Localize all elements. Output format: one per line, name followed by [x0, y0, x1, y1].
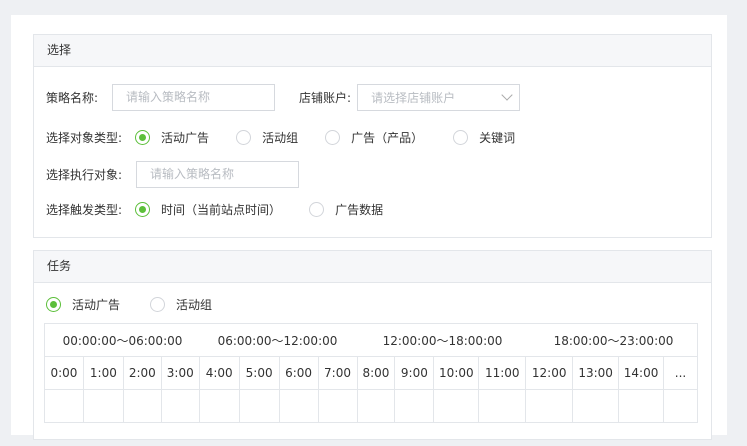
- hour-header-row: 0:00 1:00 2:00 3:00 4:00 5:00 6:00 7:00 8:00 9:00…: [45, 357, 697, 390]
- time-range-4: 18:00:00～23:00:00: [553, 333, 674, 348]
- radio-label: 关键词: [479, 130, 516, 145]
- radio-object-ad-product[interactable]: 广告（产品）: [325, 129, 423, 146]
- time-range-2: 06:00:00～12:00:00: [217, 333, 338, 348]
- exec-object-input[interactable]: [136, 160, 300, 188]
- hour-header-cell: 5:00: [240, 357, 280, 389]
- object-type-row: 选择对象类型: 活动广告 活动组 广告（产品） 关键词: [46, 124, 539, 150]
- trigger-type-row: 选择触发类型: 时间（当前站点时间） 广告数据: [46, 196, 407, 222]
- strategy-row: 策略名称: 店铺账户: 请选择店铺账户: [46, 83, 521, 111]
- radio-task-campaign[interactable]: 活动广告: [46, 296, 120, 313]
- schedule-cell[interactable]: [280, 390, 319, 422]
- radio-label: 广告（产品）: [351, 130, 424, 145]
- hour-header-cell: 10:00: [434, 357, 480, 389]
- hour-header-cell: 12:00: [526, 357, 574, 389]
- schedule-cell[interactable]: [619, 390, 665, 422]
- hour-header-cell: 3:00: [162, 357, 200, 389]
- radio-label: 广告数据: [335, 202, 384, 217]
- hour-header-cell: 7:00: [319, 357, 358, 389]
- schedule-cell[interactable]: [479, 390, 527, 422]
- store-select-placeholder: 请选择店铺账户: [371, 90, 456, 105]
- hour-header-cell: ...: [674, 366, 687, 380]
- radio-unchecked-icon: [325, 129, 341, 145]
- time-schedule-grid: 00:00:00～06:00:00 06:00:00～12:00:00 12:0…: [44, 323, 698, 423]
- radio-unchecked-icon: [236, 129, 252, 145]
- radio-label: 活动组: [176, 297, 213, 312]
- hour-header-cell: 2:00: [124, 357, 162, 389]
- schedule-cell[interactable]: [319, 390, 358, 422]
- select-panel: 选择 策略名称: 店铺账户: 请选择店铺账户 选择对象类型: 活动广告 活动组 …: [33, 34, 712, 238]
- hour-header-cell: 6:00: [280, 357, 319, 389]
- time-range-1: 00:00:00～06:00:00: [62, 333, 183, 348]
- schedule-cell[interactable]: [45, 390, 84, 422]
- radio-task-campaign-group[interactable]: 活动组: [150, 296, 212, 313]
- time-range-3: 12:00:00～18:00:00: [382, 333, 503, 348]
- radio-unchecked-icon: [309, 201, 325, 217]
- task-option-row: 活动广告 活动组: [46, 291, 236, 317]
- hour-header-cell: 8:00: [358, 357, 396, 389]
- hour-header-cell: 0:00: [45, 357, 84, 389]
- schedule-cell[interactable]: [84, 390, 124, 422]
- schedule-cell[interactable]: [124, 390, 162, 422]
- schedule-cell[interactable]: [664, 390, 697, 422]
- main-card: 选择 策略名称: 店铺账户: 请选择店铺账户 选择对象类型: 活动广告 活动组 …: [11, 15, 727, 440]
- schedule-cell[interactable]: [573, 390, 620, 422]
- strategy-label: 策略名称:: [46, 90, 99, 105]
- radio-checked-icon: [46, 296, 61, 312]
- schedule-cell[interactable]: [395, 390, 435, 422]
- radio-label: 活动组: [262, 130, 299, 145]
- schedule-cell[interactable]: [200, 390, 240, 422]
- exec-object-row: 选择执行对象:: [46, 160, 300, 188]
- schedule-cell[interactable]: [162, 390, 200, 422]
- time-range-header: 00:00:00～06:00:00 06:00:00～12:00:00 12:0…: [45, 324, 697, 357]
- radio-label: 活动广告: [72, 297, 121, 312]
- hour-header-cell: 9:00: [395, 357, 435, 389]
- select-panel-title: 选择: [34, 35, 711, 67]
- trigger-type-label: 选择触发类型:: [46, 202, 123, 217]
- chevron-down-icon: [501, 89, 513, 101]
- radio-checked-icon: [135, 129, 151, 145]
- radio-object-campaign[interactable]: 活动广告: [135, 129, 209, 146]
- schedule-cell[interactable]: [434, 390, 480, 422]
- task-panel-title: 任务: [34, 251, 711, 283]
- hour-header-cell: 13:00: [573, 357, 620, 389]
- radio-checked-icon: [135, 201, 151, 217]
- radio-trigger-ad-data[interactable]: 广告数据: [309, 201, 383, 218]
- hour-header-cell: 4:00: [200, 357, 240, 389]
- radio-object-keyword[interactable]: 关键词: [453, 129, 515, 146]
- radio-label: 时间（当前站点时间）: [161, 202, 282, 217]
- store-account-select[interactable]: 请选择店铺账户: [357, 83, 521, 111]
- schedule-cell[interactable]: [526, 390, 574, 422]
- radio-unchecked-icon: [150, 296, 166, 312]
- radio-object-campaign-group[interactable]: 活动组: [236, 129, 298, 146]
- exec-object-label: 选择执行对象:: [46, 167, 123, 182]
- hour-header-cell: 11:00: [479, 357, 527, 389]
- task-panel: 任务 活动广告 活动组 00:00:00～06:00:00 06:00:00～1…: [33, 250, 712, 440]
- radio-label: 活动广告: [161, 130, 210, 145]
- schedule-cell[interactable]: [240, 390, 280, 422]
- hour-header-cell: 1:00: [84, 357, 124, 389]
- radio-unchecked-icon: [453, 129, 469, 145]
- strategy-name-input[interactable]: [112, 83, 276, 111]
- schedule-cell-row: [45, 390, 697, 422]
- store-label: 店铺账户:: [299, 90, 352, 105]
- radio-trigger-time[interactable]: 时间（当前站点时间）: [135, 201, 281, 218]
- schedule-cell[interactable]: [358, 390, 396, 422]
- hour-header-cell: 14:00: [619, 357, 665, 389]
- object-type-label: 选择对象类型:: [46, 130, 123, 145]
